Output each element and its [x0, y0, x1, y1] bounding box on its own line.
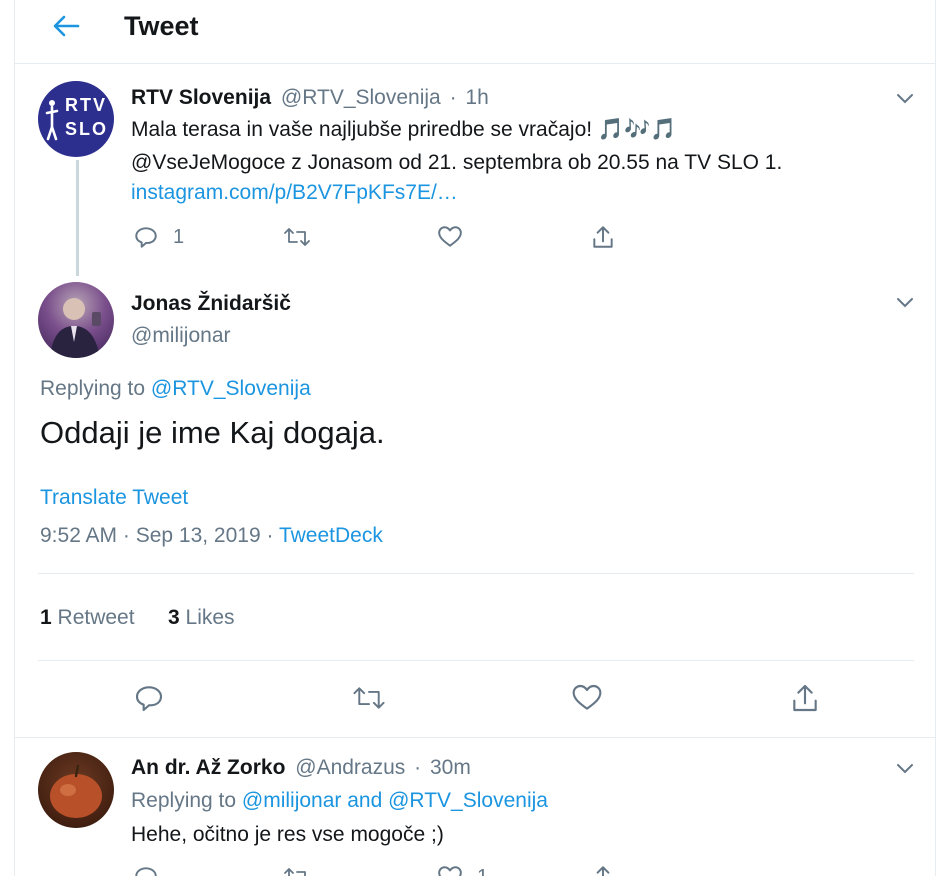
heart-icon	[572, 684, 602, 710]
replying-to: Replying to @RTV_Slovenija	[40, 376, 311, 402]
share-icon	[596, 866, 610, 876]
chevron-down-icon[interactable]	[893, 86, 917, 110]
like-button[interactable]: 1	[437, 864, 488, 876]
author-handle[interactable]: @RTV_Slovenija	[281, 86, 441, 109]
music-emoji: 🎵🎶🎵	[597, 118, 677, 141]
avatar-text-bottom: SLO	[65, 119, 109, 139]
divider	[38, 660, 914, 661]
tweet-time[interactable]: 1h	[465, 86, 488, 109]
avatar-text-top: RTV	[65, 95, 107, 115]
replying-to-label: Replying to	[40, 377, 146, 400]
retweet-icon	[353, 687, 385, 709]
chevron-down-icon[interactable]	[893, 290, 917, 314]
reply-button[interactable]	[133, 864, 159, 876]
mention-link[interactable]: @VseJeMogoce	[131, 151, 285, 174]
reply-icon	[135, 227, 157, 248]
retweet-icon	[284, 868, 306, 876]
like-button[interactable]	[571, 682, 603, 714]
retweet-button[interactable]	[283, 864, 311, 876]
likes-label: Likes	[185, 606, 235, 629]
tweet-text-rest: z Jonasom od 21. septembra ob 20.55 na T…	[285, 151, 783, 174]
translate-tweet-link[interactable]: Translate Tweet	[40, 485, 188, 511]
retweet-stat[interactable]: 1 Retweet	[40, 605, 135, 631]
like-count: 3	[168, 606, 180, 629]
back-arrow-icon	[53, 15, 80, 37]
share-button[interactable]	[789, 682, 821, 714]
replying-to-handles[interactable]: @milijonar and @RTV_Slovenija	[242, 789, 548, 812]
replying-to-label: Replying to	[131, 789, 237, 812]
share-button[interactable]	[590, 224, 616, 250]
share-icon	[593, 226, 613, 248]
back-button[interactable]	[50, 10, 82, 42]
reply-button[interactable]: 1	[133, 224, 184, 250]
retweet-label: Retweet	[57, 606, 135, 629]
profile-photo-icon	[50, 298, 101, 358]
chevron-down-icon[interactable]	[893, 756, 917, 780]
reply-count: 1	[173, 225, 185, 248]
author-handle[interactable]: @milijonar	[131, 323, 231, 349]
timestamp-text[interactable]: 9:52 AM · Sep 13, 2019 ·	[40, 524, 273, 547]
avatar[interactable]: RTV SLO	[38, 81, 114, 157]
author-name-text: Jonas Žnidaršič	[131, 292, 291, 315]
instagram-link[interactable]: instagram.com/p/B2V7FpKFs7E/…	[131, 180, 458, 206]
divider	[38, 573, 914, 574]
share-icon	[793, 684, 817, 712]
page-title: Tweet	[124, 11, 199, 41]
author-name[interactable]: RTV Slovenija	[131, 86, 271, 109]
tweet-text: Mala terasa in vaše najljubše priredbe s…	[131, 118, 593, 141]
reply-button[interactable]	[133, 682, 165, 714]
tweet-time[interactable]: 30m	[430, 756, 471, 779]
tweet-text-line1: Mala terasa in vaše najljubše priredbe s…	[131, 117, 676, 143]
retweet-count: 1	[40, 606, 52, 629]
page-header: Tweet	[14, 0, 936, 64]
source-link[interactable]: TweetDeck	[279, 524, 383, 547]
tweet-timestamp: 9:52 AM · Sep 13, 2019 · TweetDeck	[40, 523, 383, 549]
meta-separator: ·	[449, 86, 457, 109]
author-name[interactable]: An dr. Až Zorko	[131, 756, 285, 779]
share-button[interactable]	[590, 864, 616, 876]
retweet-button[interactable]	[352, 682, 386, 714]
like-button[interactable]	[437, 224, 463, 250]
replying-to: Replying to @milijonar and @RTV_Slovenij…	[131, 788, 548, 814]
like-count: 1	[477, 866, 488, 876]
heart-icon	[438, 866, 462, 876]
retweet-button[interactable]	[283, 224, 311, 250]
author-name[interactable]: Jonas Žnidaršič	[131, 291, 291, 317]
likes-stat[interactable]: 3 Likes	[168, 605, 235, 631]
thread-line	[76, 160, 79, 276]
reply-icon	[135, 867, 157, 876]
avatar[interactable]	[38, 282, 114, 358]
replying-to-handle[interactable]: @RTV_Slovenija	[151, 377, 311, 400]
heart-icon	[438, 226, 462, 247]
tweet-text-line2: @VseJeMogoce z Jonasom od 21. septembra …	[131, 150, 782, 176]
avatar[interactable]	[38, 752, 114, 828]
apple-photo-icon	[50, 764, 102, 818]
tweet-text: Oddaji je ime Kaj dogaja.	[40, 415, 385, 450]
tweet-meta: RTV Slovenija @RTV_Slovenija · 1h	[131, 85, 489, 111]
tweet-text: Hehe, očitno je res vse mogoče ;)	[131, 823, 444, 846]
reply-icon	[135, 686, 163, 712]
author-handle[interactable]: @Andrazus	[295, 756, 405, 779]
meta-separator: ·	[414, 756, 422, 779]
retweet-icon	[284, 228, 310, 246]
divider	[15, 737, 935, 738]
tweet-meta: An dr. Až Zorko @Andrazus · 30m	[131, 755, 471, 781]
